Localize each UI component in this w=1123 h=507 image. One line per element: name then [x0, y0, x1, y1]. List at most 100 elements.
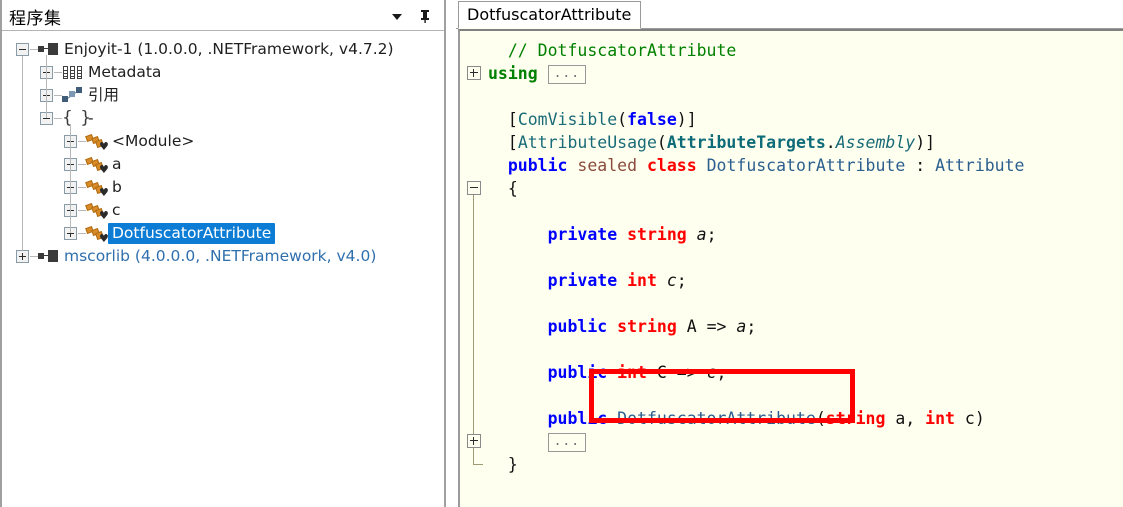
tree-item-namespace-dash[interactable]: { } - [2, 107, 444, 130]
tree-connector [78, 210, 86, 211]
assembly-tree[interactable]: Enjoyit-1 (1.0.0.0, .NETFramework, v4.7.… [2, 31, 444, 507]
tree-item-assembly-mscorlib[interactable]: mscorlib (4.0.0.0, .NETFramework, v4.0) [2, 245, 444, 268]
tree-item-label: b [112, 178, 122, 196]
code-token: a [696, 225, 707, 244]
code-token: string [617, 317, 677, 336]
code-line: { [488, 177, 518, 200]
tree-item-label: 引用 [88, 86, 120, 104]
references-icon [62, 87, 84, 104]
code-line: public DotfuscatorAttribute(string a, in… [488, 407, 985, 430]
code-token: AttributeUsage [517, 133, 657, 152]
assembly-icon [38, 41, 60, 58]
tree-connector [78, 233, 86, 234]
tree-connector [54, 95, 62, 96]
code-token: public [507, 156, 568, 175]
tree-item-label: a [112, 155, 122, 173]
tree-connector [78, 164, 86, 165]
tree-item-type-c[interactable]: ♥ c [2, 199, 444, 222]
code-token: string [627, 225, 687, 244]
code-token: string [825, 409, 886, 428]
class-icon: ♥ [85, 156, 109, 175]
tree-item-label: DotfuscatorAttribute [108, 223, 276, 244]
code-token: . [825, 133, 836, 152]
code-token: ( [815, 409, 826, 428]
tab-dotfuscatorattribute[interactable]: DotfuscatorAttribute [458, 1, 642, 29]
code-token: c [666, 271, 677, 290]
code-token: : [905, 156, 936, 175]
chevron-down-icon[interactable] [388, 7, 406, 25]
code-token: using [488, 64, 548, 83]
code-token: sealed [577, 156, 638, 175]
code-token: c) [954, 409, 985, 428]
assembly-explorer-header: 程序集 [2, 0, 444, 31]
tree-connector [70, 124, 71, 233]
fold-guide-line [473, 195, 474, 434]
editor-gutter[interactable] [460, 31, 488, 507]
assembly-icon [38, 248, 60, 265]
tree-item-label: - [88, 109, 94, 127]
tree-item-label: c [112, 201, 121, 219]
code-token: ComVisible [517, 110, 618, 129]
code-editor[interactable]: // DotfuscatorAttribute using ... [ComVis… [458, 29, 1123, 507]
tree-item-type-a[interactable]: ♥ a [2, 153, 444, 176]
collapsed-region-button[interactable]: ... [547, 65, 587, 84]
code-token: public [547, 363, 608, 382]
panel-title: 程序集 [9, 9, 62, 29]
code-token: false [627, 110, 677, 129]
code-token: { [488, 179, 518, 198]
code-token: Attribute [935, 156, 1025, 175]
code-token: int [617, 363, 647, 382]
tree-expander-assembly-enjoyit[interactable] [16, 43, 29, 56]
code-line: ... [488, 430, 587, 453]
code-line: using ... [488, 62, 587, 85]
fold-toggle-plus[interactable] [467, 434, 481, 448]
tree-item-type-module[interactable]: ♥ <Module> [2, 130, 444, 153]
code-token: DotfuscatorAttribute [706, 156, 906, 175]
class-icon: ♥ [85, 133, 109, 152]
code-token: private [547, 271, 618, 290]
code-token: [ [488, 133, 518, 152]
tree-item-metadata[interactable]: Metadata [2, 61, 444, 84]
code-token: } [488, 455, 518, 474]
code-line: } [488, 453, 518, 476]
code-token: Assembly [835, 133, 916, 152]
tree-expander-assembly-mscorlib[interactable] [16, 250, 29, 263]
metadata-icon [62, 64, 84, 81]
fold-guide-line [473, 448, 474, 464]
code-token: )] [676, 110, 697, 129]
code-token: ( [656, 133, 667, 152]
tree-item-type-b[interactable]: ♥ b [2, 176, 444, 199]
code-token: C => [646, 363, 707, 382]
fold-toggle-minus[interactable] [467, 181, 481, 195]
class-icon: ♥ [85, 179, 109, 198]
pin-icon[interactable] [416, 7, 434, 25]
class-icon: ♥ [85, 202, 109, 221]
collapsed-region-button[interactable]: ... [547, 433, 587, 452]
tree-connector [78, 187, 86, 188]
code-token: class [646, 156, 697, 175]
tree-connector [46, 55, 47, 118]
tree-item-type-dotfuscatorattribute[interactable]: ♥ DotfuscatorAttribute [2, 222, 444, 245]
editor-text[interactable]: // DotfuscatorAttribute using ... [ComVis… [488, 31, 1123, 507]
code-line: // DotfuscatorAttribute [488, 39, 737, 62]
code-token: ( [617, 110, 628, 129]
tree-connector [22, 56, 23, 251]
tree-item-assembly-enjoyit[interactable]: Enjoyit-1 (1.0.0.0, .NETFramework, v4.7.… [2, 38, 444, 61]
fold-toggle-plus[interactable] [467, 66, 481, 80]
tree-item-references[interactable]: 引用 [2, 84, 444, 107]
code-token: c [706, 363, 717, 382]
code-token: int [925, 409, 955, 428]
